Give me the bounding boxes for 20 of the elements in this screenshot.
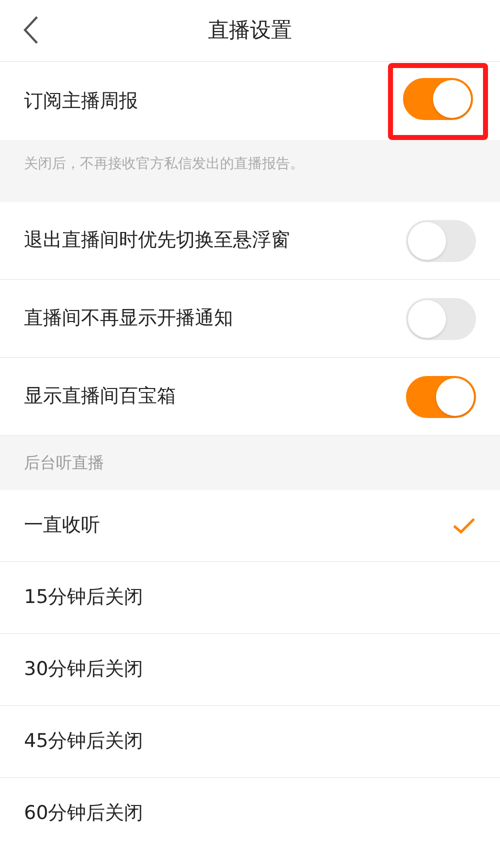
section-title: 后台听直播 [24,452,104,474]
setting-label: 退出直播间时优先切换至悬浮窗 [24,228,290,254]
option-row[interactable]: 一直收听 [0,490,500,562]
setting-label: 显示直播间百宝箱 [24,384,176,410]
option-row[interactable]: 60分钟后关闭 [0,778,500,849]
option-label: 45分钟后关闭 [24,729,144,754]
option-row[interactable]: 15分钟后关闭 [0,562,500,634]
option-label: 60分钟后关闭 [24,801,144,826]
option-row[interactable]: 45分钟后关闭 [0,706,500,778]
back-chevron-icon [23,15,39,45]
setting-label: 直播间不再显示开播通知 [24,306,233,332]
page-title: 直播设置 [208,16,292,44]
option-row[interactable]: 30分钟后关闭 [0,634,500,706]
setting-note: 关闭后，不再接收官方私信发出的直播报告。 [24,155,304,174]
toggle-switch[interactable] [406,376,476,418]
option-label: 15分钟后关闭 [24,585,144,610]
toggle-switch[interactable] [403,78,473,120]
setting-label: 订阅主播周报 [24,88,138,114]
option-label: 一直收听 [24,513,100,538]
option-label: 30分钟后关闭 [24,657,144,682]
